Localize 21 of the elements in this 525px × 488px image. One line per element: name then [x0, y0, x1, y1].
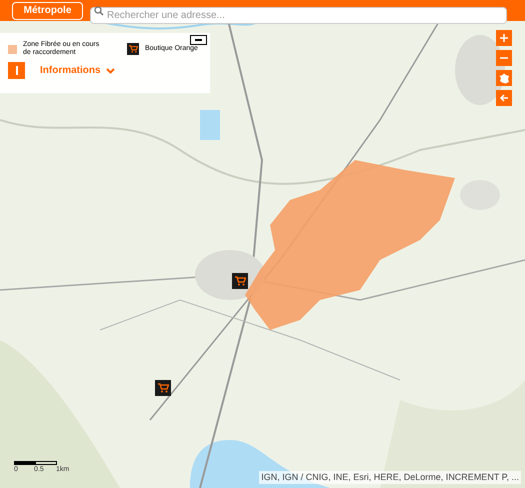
attribution-text: IGN, IGN / CNIG, INE, Esri, HERE, DeLorme, INCREMENT P, ...: [259, 470, 521, 484]
scale-bar: [14, 461, 57, 465]
shop-icon[interactable]: [155, 380, 171, 396]
shop-icon: [127, 43, 139, 55]
chevron-down-icon: [106, 68, 115, 74]
zoom-out-button[interactable]: [496, 50, 512, 66]
search-field[interactable]: Rechercher une adresse...: [90, 7, 507, 24]
france-map-button[interactable]: [496, 70, 512, 86]
collapse-toggle[interactable]: [190, 35, 207, 45]
left-arrow-icon: [499, 93, 509, 103]
france-map-icon: [498, 72, 510, 84]
metropole-button[interactable]: Métropole: [12, 2, 83, 20]
search-icon: [94, 6, 104, 16]
shop-icon[interactable]: [232, 273, 248, 289]
zoom-in-button[interactable]: [496, 30, 512, 46]
back-arrow-button[interactable]: [496, 90, 512, 106]
minus-icon: [195, 39, 202, 41]
zone-swatch-icon: [8, 44, 17, 54]
plus-icon: [499, 33, 509, 43]
alert-icon: [8, 62, 25, 79]
informations-toggle[interactable]: Informations: [40, 63, 115, 78]
